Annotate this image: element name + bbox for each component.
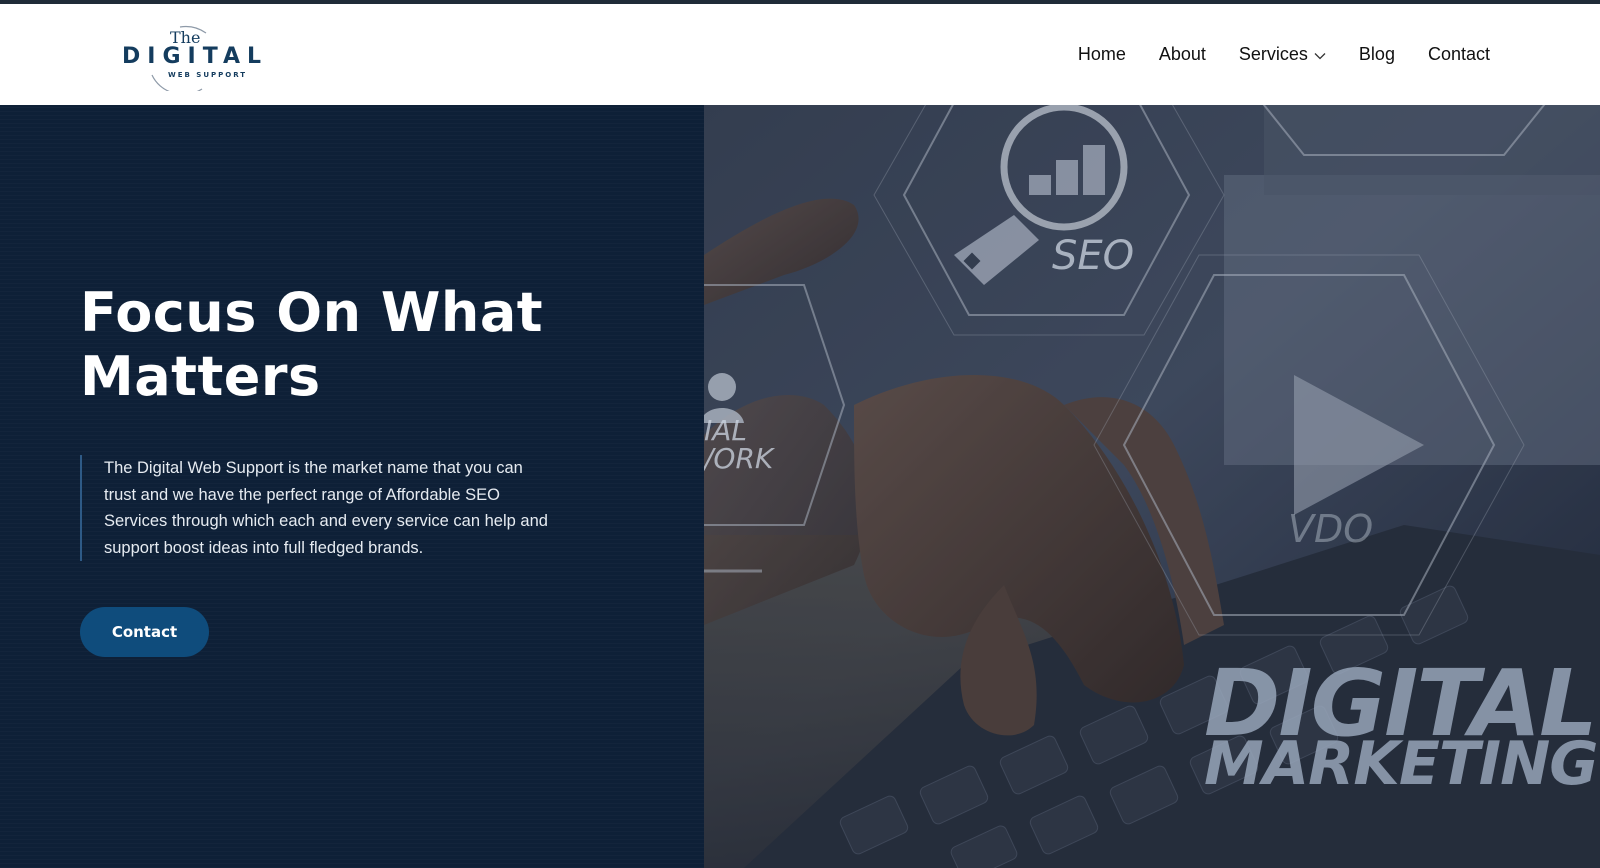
nav-contact[interactable]: Contact xyxy=(1428,44,1490,65)
marketing-image-label: MARKETING xyxy=(1204,729,1599,799)
social-label-line-2: /ORK xyxy=(704,442,774,475)
social-network-image-label: IAL /ORK xyxy=(704,417,773,473)
hero-description: The Digital Web Support is the market na… xyxy=(104,459,548,557)
nav-home[interactable]: Home xyxy=(1078,44,1126,65)
hero-title-line-2: Matters xyxy=(80,345,321,408)
hero-title: Focus On What Matters xyxy=(80,281,640,409)
logo-main-text: DIGITAL xyxy=(122,43,269,69)
main-navigation: Home About Services Blog Contact xyxy=(1078,44,1490,65)
hero-title-line-1: Focus On What xyxy=(80,281,544,344)
hero-description-block: The Digital Web Support is the market na… xyxy=(80,455,550,561)
chevron-down-icon xyxy=(1314,44,1326,65)
hero-section: Focus On What Matters The Digital Web Su… xyxy=(0,105,1600,868)
site-logo[interactable]: The DIGITAL WEB SUPPORT xyxy=(120,19,261,91)
nav-services[interactable]: Services xyxy=(1239,44,1326,65)
logo-sub-text: WEB SUPPORT xyxy=(168,70,248,79)
nav-services-label: Services xyxy=(1238,44,1308,64)
contact-button[interactable]: Contact xyxy=(80,607,209,657)
site-header: The DIGITAL WEB SUPPORT Home About Servi… xyxy=(0,4,1600,105)
hero-image: SEO IAL /ORK VDO DIGITAL MARKETING xyxy=(704,105,1600,868)
nav-about[interactable]: About xyxy=(1159,44,1206,65)
hero-text-panel: Focus On What Matters The Digital Web Su… xyxy=(0,105,704,868)
nav-blog[interactable]: Blog xyxy=(1359,44,1395,65)
seo-image-label: SEO xyxy=(1052,233,1135,279)
vdo-image-label: VDO xyxy=(1288,507,1374,551)
